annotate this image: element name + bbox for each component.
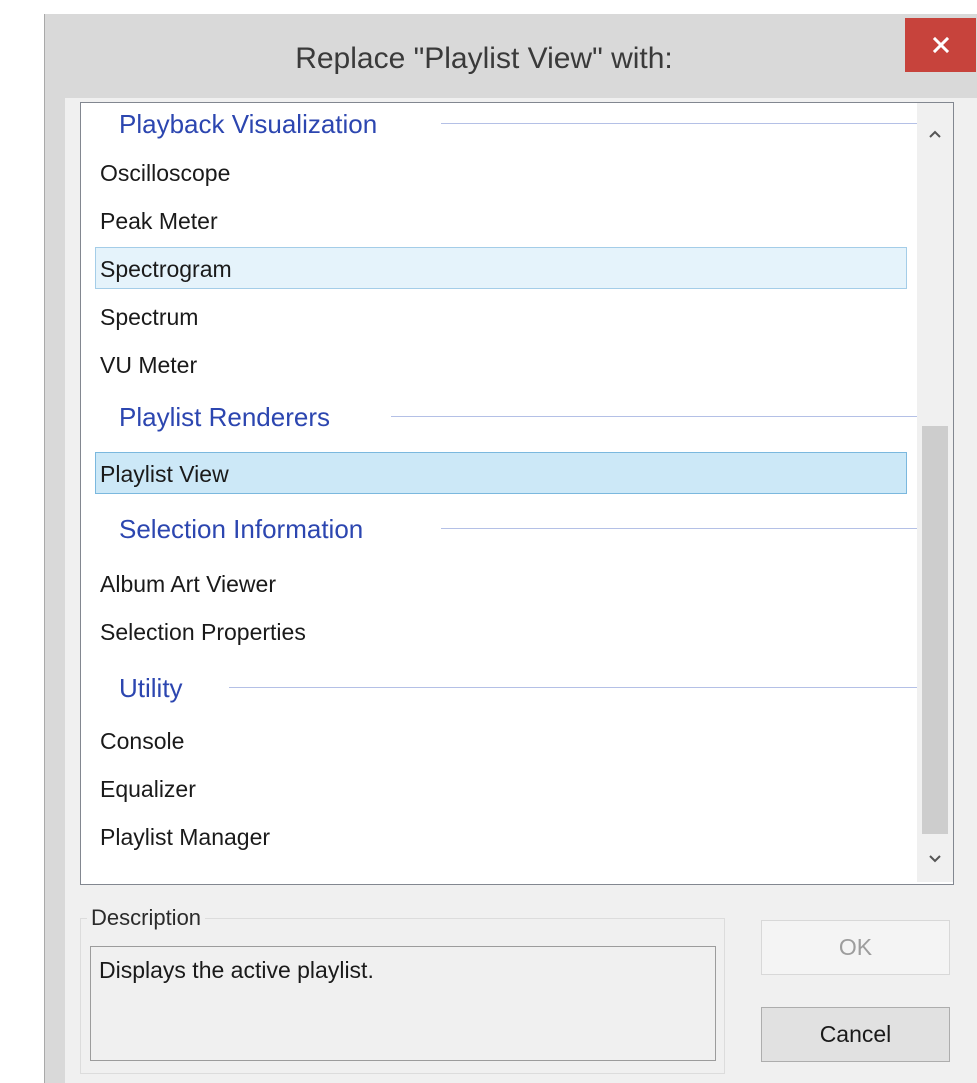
list-item-spectrogram[interactable]: Spectrogram xyxy=(95,247,907,289)
description-legend: Description xyxy=(87,905,206,931)
group-header-playlist-renderers: Playlist Renderers xyxy=(81,396,951,438)
dialog-content: Playback Visualization Oscilloscope Peak… xyxy=(65,98,977,1083)
group-label: Playback Visualization xyxy=(119,103,390,145)
group-divider xyxy=(391,416,921,417)
list-item-equalizer[interactable]: Equalizer xyxy=(95,767,907,809)
panel-list[interactable]: Playback Visualization Oscilloscope Peak… xyxy=(80,102,954,885)
group-header-playback-visualization: Playback Visualization xyxy=(81,103,951,145)
group-header-selection-information: Selection Information xyxy=(81,508,951,550)
list-item-peak-meter[interactable]: Peak Meter xyxy=(95,199,907,241)
group-label: Selection Information xyxy=(119,508,376,550)
list-item-playlist-manager[interactable]: Playlist Manager xyxy=(95,815,907,857)
description-text: Displays the active playlist. xyxy=(90,946,716,1061)
group-divider xyxy=(441,528,921,529)
list-item-spectrum[interactable]: Spectrum xyxy=(95,295,907,337)
scroll-up-button[interactable] xyxy=(917,111,953,157)
close-button[interactable] xyxy=(905,18,976,72)
group-label: Utility xyxy=(119,667,195,709)
vertical-scrollbar[interactable] xyxy=(917,103,953,882)
replace-dialog: Replace "Playlist View" with: Playback V… xyxy=(44,14,977,1083)
chevron-down-icon xyxy=(929,855,941,863)
description-group: Description Displays the active playlist… xyxy=(80,905,725,1074)
group-label: Playlist Renderers xyxy=(119,396,342,438)
list-item-album-art-viewer[interactable]: Album Art Viewer xyxy=(95,562,907,604)
list-item-console[interactable]: Console xyxy=(95,719,907,761)
group-header-utility: Utility xyxy=(81,667,951,709)
cancel-button[interactable]: Cancel xyxy=(761,1007,950,1062)
dialog-title: Replace "Playlist View" with: xyxy=(295,42,673,75)
title-bar: Replace "Playlist View" with: xyxy=(45,14,977,98)
list-item-oscilloscope[interactable]: Oscilloscope xyxy=(95,151,907,193)
group-divider xyxy=(441,123,921,124)
list-item-selection-properties[interactable]: Selection Properties xyxy=(95,610,907,652)
scroll-down-button[interactable] xyxy=(917,836,953,882)
list-item-playlist-view[interactable]: Playlist View xyxy=(95,452,907,494)
list-item-vu-meter[interactable]: VU Meter xyxy=(95,343,907,385)
chevron-up-icon xyxy=(929,130,941,138)
scroll-thumb[interactable] xyxy=(922,426,948,834)
group-divider xyxy=(229,687,921,688)
close-icon xyxy=(932,36,949,54)
ok-button[interactable]: OK xyxy=(761,920,950,975)
